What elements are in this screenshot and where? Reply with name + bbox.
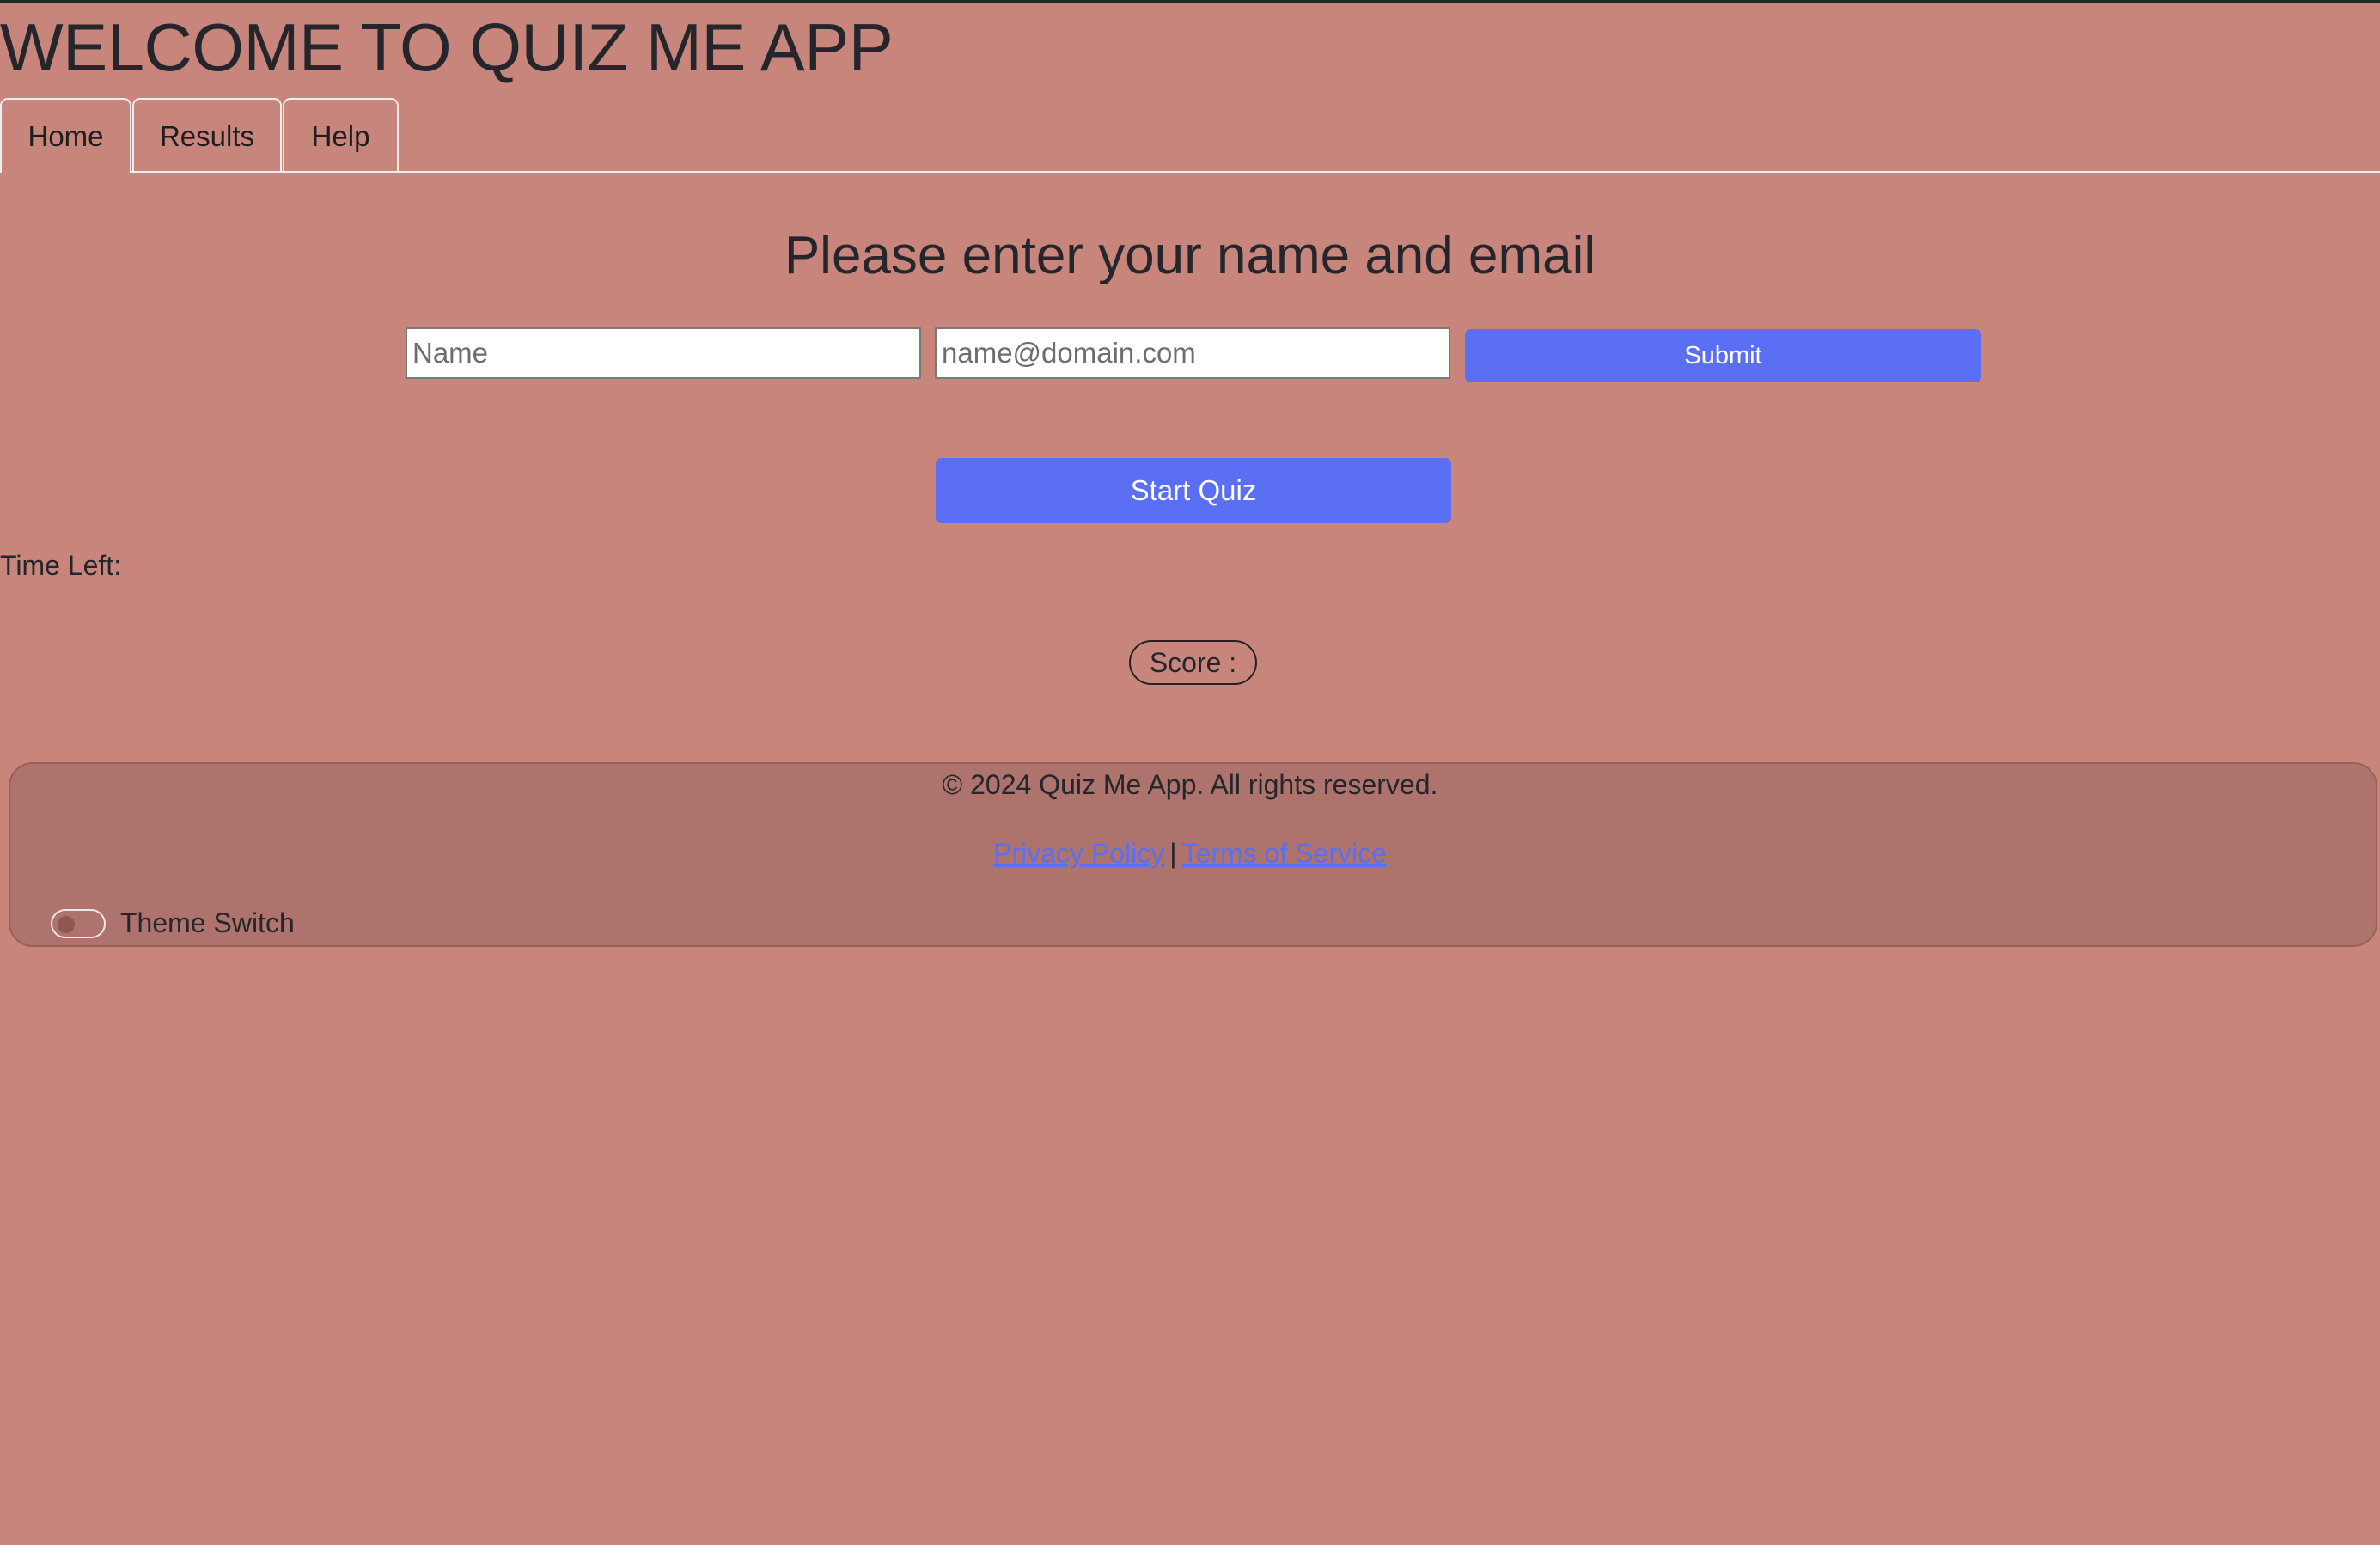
- start-quiz-button[interactable]: Start Quiz: [936, 458, 1451, 523]
- tab-results[interactable]: Results: [132, 98, 282, 171]
- toggle-switch-icon: [58, 916, 75, 933]
- tab-bar: Home Results Help: [0, 98, 2380, 173]
- form-heading: Please enter your name and email: [784, 226, 1596, 285]
- theme-switch-toggle[interactable]: [51, 909, 106, 938]
- tab-help[interactable]: Help: [283, 98, 399, 171]
- email-input[interactable]: [935, 327, 1450, 379]
- time-left-label: Time Left:: [0, 550, 122, 581]
- terms-of-service-link[interactable]: Terms of Service: [1182, 838, 1387, 869]
- tab-home[interactable]: Home: [0, 98, 131, 173]
- submit-button[interactable]: Submit: [1465, 329, 1981, 382]
- theme-switch-label: Theme Switch: [120, 907, 295, 938]
- privacy-policy-link[interactable]: Privacy Policy: [993, 838, 1164, 869]
- footer-links: Privacy Policy | Terms of Service: [0, 836, 2380, 870]
- top-border: [0, 0, 2380, 3]
- app-title: WELCOME TO QUIZ ME APP: [0, 9, 894, 85]
- score-badge: Score :: [1129, 640, 1257, 685]
- copyright-text: © 2024 Quiz Me App. All rights reserved.: [942, 769, 1438, 800]
- link-separator: |: [1169, 838, 1177, 869]
- name-input[interactable]: [406, 327, 921, 379]
